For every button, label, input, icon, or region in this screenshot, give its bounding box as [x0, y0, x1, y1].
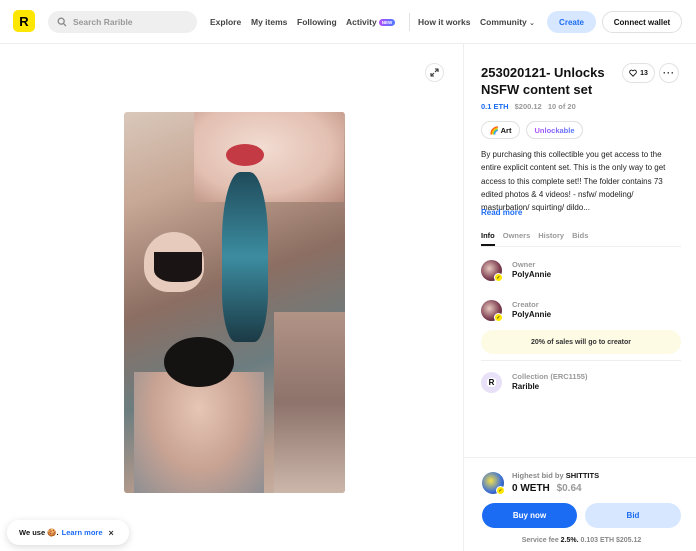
nav-activity-label: Activity [346, 17, 377, 27]
cookie-toast: We use 🍪. Learn more × [7, 520, 129, 545]
owner-row[interactable]: ✓ Owner PolyAnnie [481, 260, 681, 284]
creator-avatar[interactable]: ✓ [481, 300, 503, 322]
new-badge: NEW [378, 19, 396, 26]
nav-my-items[interactable]: My items [251, 17, 287, 27]
art-lips-region [226, 144, 264, 166]
service-fee-percent: 2.5%. [560, 537, 579, 544]
art-face-region [194, 112, 344, 202]
nav-how-it-works[interactable]: How it works [418, 17, 470, 27]
read-more-link[interactable]: Read more [481, 208, 522, 217]
tabs-underline [481, 246, 681, 247]
collection-row[interactable]: R Collection (ERC1155) Rarible [481, 372, 681, 396]
nav-following[interactable]: Following [297, 17, 337, 27]
learn-more-link[interactable]: Learn more [62, 528, 103, 537]
nav-community[interactable]: Community ⌄ [480, 17, 535, 27]
create-button[interactable]: Create [547, 11, 596, 33]
royalty-banner: 20% of sales will go to creator [481, 330, 681, 354]
verified-icon: ✓ [494, 313, 503, 322]
item-title: 253020121- Unlocks NSFW content set [481, 65, 605, 97]
nav-divider [409, 13, 410, 31]
highest-bid-amount: 0 WETH $0.64 [512, 483, 582, 494]
highest-bid-label: Highest bid by SHITTITS [512, 471, 599, 480]
nav-community-label: Community [480, 17, 527, 27]
rarible-logo-small: R [486, 378, 497, 387]
top-header: R Search Rarible Explore My items Follow… [0, 0, 696, 44]
tab-info[interactable]: Info [481, 231, 495, 246]
collection-avatar[interactable]: R [481, 372, 502, 393]
art-center-shape [222, 172, 268, 342]
detail-tabs: Info Owners History Bids [481, 231, 596, 246]
owner-label: Owner [512, 260, 536, 269]
service-fee-label: Service fee [521, 537, 559, 544]
bid-amount-usd: $0.64 [556, 483, 582, 494]
search-icon [57, 17, 67, 27]
nav-explore[interactable]: Explore [210, 17, 241, 27]
nav-activity[interactable]: Activity NEW [346, 17, 396, 27]
artwork-image[interactable] [124, 112, 345, 493]
owner-name[interactable]: PolyAnnie [512, 270, 551, 279]
creator-name[interactable]: PolyAnnie [512, 310, 551, 319]
search-input[interactable]: Search Rarible [48, 11, 197, 33]
tab-bids[interactable]: Bids [572, 231, 588, 246]
rarible-logo[interactable]: R [13, 10, 35, 32]
service-fee-total: 0.103 ETH $205.12 [580, 537, 642, 544]
like-button[interactable]: 13 [622, 63, 655, 83]
price-usd: $200.12 [514, 102, 542, 111]
price-eth: 0.1 ETH [481, 102, 509, 111]
expand-icon [430, 68, 439, 77]
highest-bid-prefix: Highest bid by [512, 471, 564, 480]
tab-history[interactable]: History [538, 231, 564, 246]
section-divider [481, 360, 681, 361]
more-options-button[interactable]: ··· [659, 63, 679, 83]
tag-art[interactable]: 🌈 Art [481, 121, 520, 139]
close-icon[interactable]: × [109, 528, 114, 538]
collection-name[interactable]: Rarible [512, 382, 539, 391]
search-placeholder: Search Rarible [73, 17, 133, 27]
cookie-text: We use 🍪. [19, 528, 59, 537]
price-row: 0.1 ETH $200.12 10 of 20 [481, 102, 576, 111]
chevron-down-icon: ⌄ [529, 20, 535, 27]
creator-row[interactable]: ✓ Creator PolyAnnie [481, 300, 681, 324]
tab-owners[interactable]: Owners [503, 231, 531, 246]
art-dark-region [154, 252, 202, 282]
art-body-region [134, 372, 264, 493]
verified-icon: ✓ [496, 486, 505, 495]
bid-amount-weth: 0 WETH [512, 483, 550, 494]
verified-icon: ✓ [494, 273, 503, 282]
edition-count: 10 of 20 [547, 102, 576, 111]
creator-label: Creator [512, 300, 539, 309]
heart-icon [629, 69, 637, 77]
place-bid-button[interactable]: Bid [585, 503, 681, 528]
bidder-name[interactable]: SHITTITS [566, 471, 599, 480]
tag-unlockable[interactable]: Unlockable [526, 121, 583, 139]
item-description: By purchasing this collectible you get a… [481, 150, 666, 213]
collection-label: Collection (ERC1155) [512, 372, 588, 381]
buy-now-button[interactable]: Buy now [482, 503, 577, 528]
art-hat-region [164, 337, 234, 387]
expand-button[interactable] [425, 63, 444, 82]
like-count: 13 [640, 69, 648, 77]
more-icon: ··· [663, 68, 675, 78]
connect-wallet-button[interactable]: Connect wallet [602, 11, 682, 33]
art-right-region [274, 312, 345, 493]
service-fee: Service fee 2.5%. 0.103 ETH $205.12 [482, 537, 681, 544]
owner-avatar[interactable]: ✓ [481, 260, 503, 282]
